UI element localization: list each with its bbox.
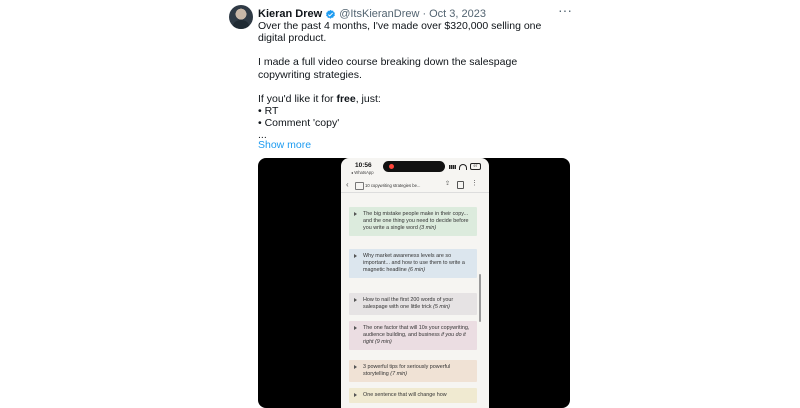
verified-badge-icon [326,9,336,19]
lesson-card-3: How to nail the first 200 words of your … [349,293,477,315]
share-icon: ⇪ [445,181,451,187]
status-back-app: ◂ WhatsApp [351,170,374,175]
lesson-time: (9 min) [375,339,392,345]
wifi-icon [459,163,467,170]
lesson-time: (5 min) [433,304,450,310]
back-chevron-icon: ‹ [346,180,349,189]
status-icons: 97 [449,163,481,170]
lesson-time: (6 min) [408,267,426,273]
free-line-suffix: , just: [355,92,381,105]
author-avatar[interactable] [229,5,253,29]
dynamic-island [383,161,445,172]
triangle-bullet-icon [354,254,357,258]
lesson-text: One sentence that will change how [363,392,447,398]
tweet-paragraph-1: Over the past 4 months, I've made over $… [258,20,542,45]
phone-status-bar: 10:56 ◂ WhatsApp 97 [341,158,489,180]
phone-page-title: 10 copywriting strategies be... [365,182,421,188]
recording-dot-icon [389,164,394,169]
lesson-card-5: 3 powerful tips for seriously powerful s… [349,360,477,382]
page-icon [355,182,364,190]
lesson-card-6: One sentence that will change how [349,388,477,403]
lesson-card-2: Why market awareness levels are so impor… [349,249,477,278]
show-more-link[interactable]: Show more [258,139,311,151]
phone-nav-bar: ‹ 10 copywriting strategies be... ⇪ ⋮ [341,179,489,193]
bullet-comment: • Comment 'copy' [258,117,340,130]
phone-scrollbar [479,274,481,322]
lesson-time: (7 min) [390,371,408,377]
kebab-menu-icon: ⋮ [471,180,478,187]
free-word: free [336,92,356,105]
author-handle[interactable]: @ItsKieranDrew [339,8,419,20]
signal-icon [449,164,456,169]
author-name[interactable]: Kieran Drew [258,8,322,20]
free-line-prefix: If you'd like it for [258,92,337,105]
triangle-bullet-icon [354,365,357,369]
tweet-media[interactable]: 10:56 ◂ WhatsApp 97 ‹ 10 copywriting str… [258,158,570,408]
tweet-date[interactable]: Oct 3, 2023 [429,8,486,20]
lesson-card-4: The one factor that will 10x your copywr… [349,321,477,350]
tweet-text: Over the past 4 months, I've made over $… [258,20,558,142]
clipboard-icon [457,181,464,189]
status-time: 10:56 [355,162,372,169]
tweet-paragraph-2: I made a full video course breaking down… [258,56,518,81]
triangle-bullet-icon [354,298,357,302]
bullet-rt: • RT [258,105,279,118]
triangle-bullet-icon [354,393,357,397]
triangle-bullet-icon [354,326,357,330]
more-dots-icon[interactable]: ··· [558,3,572,17]
battery-icon: 97 [470,163,481,170]
separator-dot: · [422,8,427,20]
phone-screenshot: 10:56 ◂ WhatsApp 97 ‹ 10 copywriting str… [341,158,489,408]
lesson-time: (3 min) [419,225,437,231]
lesson-text: The big mistake people make in their cop… [363,211,469,231]
triangle-bullet-icon [354,212,357,216]
tweet-free-line: If you'd like it for free, just: [258,93,558,105]
lesson-card-1: The big mistake people make in their cop… [349,207,477,236]
